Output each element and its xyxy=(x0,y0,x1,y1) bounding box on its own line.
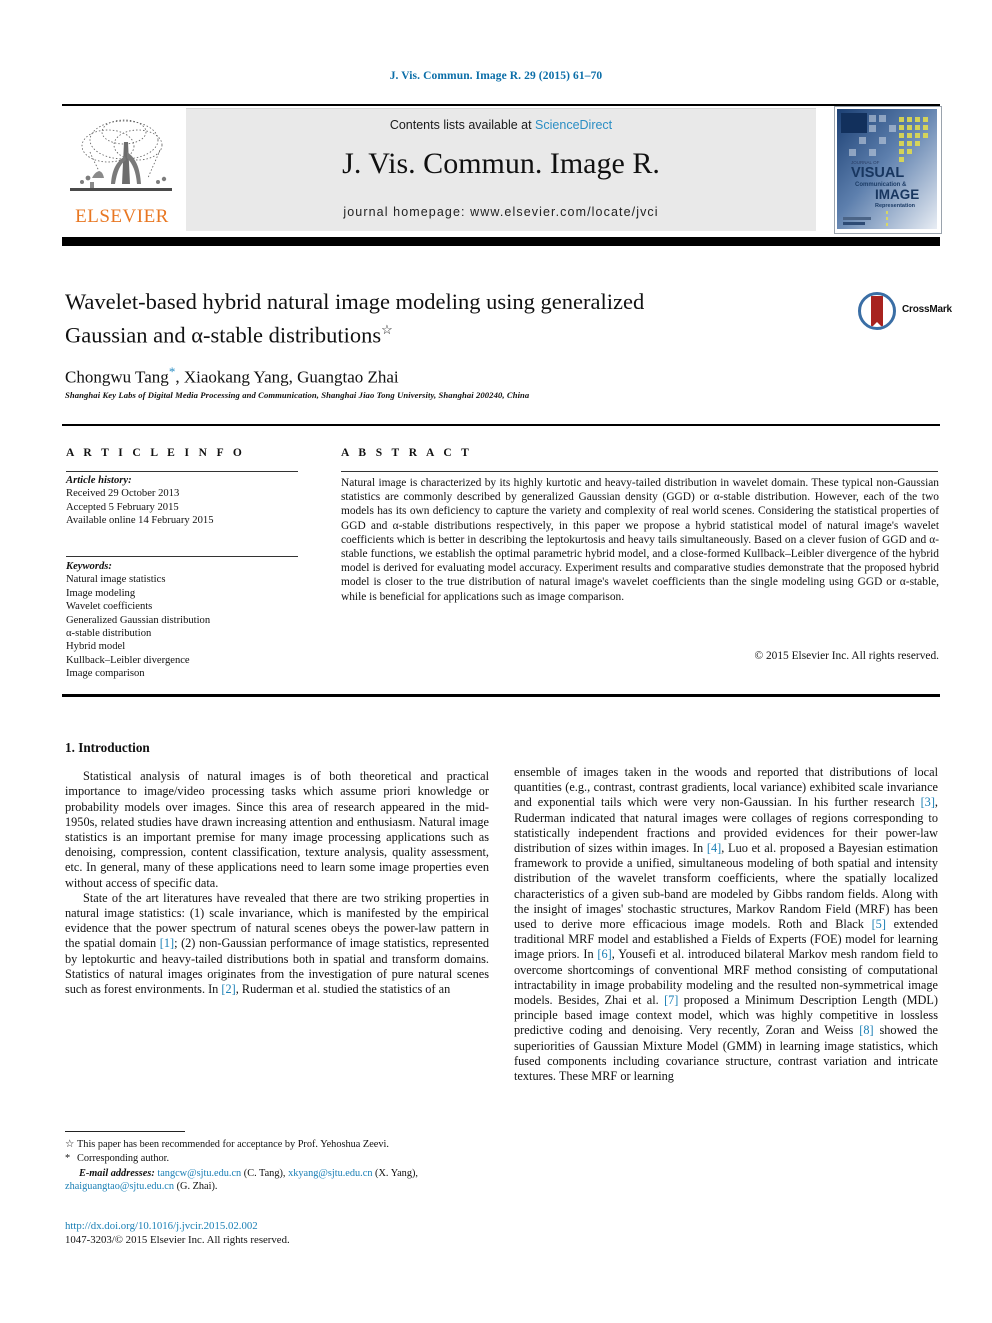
keyword-item: Generalized Gaussian distribution xyxy=(66,614,211,626)
article-info-heading: A R T I C L E I N F O xyxy=(66,447,246,459)
sciencedirect-band: Contents lists available at ScienceDirec… xyxy=(186,108,816,231)
title-line-1: Wavelet-based hybrid natural image model… xyxy=(65,289,645,314)
contents-list-line: Contents lists available at ScienceDirec… xyxy=(186,118,816,132)
paragraph: Statistical analysis of natural images i… xyxy=(65,769,489,891)
elsevier-wordmark: ELSEVIER xyxy=(75,206,169,227)
keyword-item: Kullback–Leibler divergence xyxy=(66,654,190,666)
author-first: Chongwu Tang xyxy=(65,367,169,387)
section-heading-introduction: 1. Introduction xyxy=(65,740,150,755)
history-item-accepted: Accepted 5 February 2015 xyxy=(66,501,179,513)
keyword-item: Wavelet coefficients xyxy=(66,601,153,613)
body-separator-rule xyxy=(62,694,940,697)
paragraph-text: Statistical analysis of natural images i… xyxy=(65,769,489,890)
footnote-mark: * xyxy=(65,1153,71,1165)
masthead-top-rule xyxy=(62,104,940,106)
paragraph-text: ensemble of images taken in the woods an… xyxy=(514,765,938,810)
citation-ref[interactable]: [2] xyxy=(221,982,235,996)
citation-ref[interactable]: [8] xyxy=(859,1023,873,1037)
svg-text:IMAGE: IMAGE xyxy=(875,187,919,202)
email-owner: (G. Zhai). xyxy=(174,1181,218,1193)
page-title: Wavelet-based hybrid natural image model… xyxy=(65,288,765,350)
journal-homepage[interactable]: journal homepage: www.elsevier.com/locat… xyxy=(186,205,816,219)
issn-copyright-line: 1047-3203/© 2015 Elsevier Inc. All right… xyxy=(65,1234,290,1246)
citation-ref[interactable]: [1] xyxy=(160,936,174,950)
article-info-rule xyxy=(66,471,298,472)
article-history-label: Article history: xyxy=(66,475,132,486)
crossmark-icon xyxy=(858,292,896,330)
doi-link[interactable]: http://dx.doi.org/10.1016/j.jvcir.2015.0… xyxy=(65,1219,495,1233)
email-addresses: E-mail addresses: tangcw@sjtu.edu.cn (C.… xyxy=(65,1167,495,1194)
abstract-copyright: © 2015 Elsevier Inc. All rights reserved… xyxy=(754,650,939,662)
footnote-item: ☆ This paper has been recommended for acc… xyxy=(65,1138,495,1151)
journal-title: J. Vis. Commun. Image R. xyxy=(342,147,660,180)
keyword-item: Natural image statistics xyxy=(66,574,166,586)
email-link[interactable]: tangcw@sjtu.edu.cn xyxy=(157,1168,241,1179)
keyword-item: Image comparison xyxy=(66,668,145,680)
running-head: J. Vis. Commun. Image R. 29 (2015) 61–70 xyxy=(389,70,603,82)
abstract-text: Natural image is characterized by its hi… xyxy=(341,477,939,603)
masthead-bottom-bar xyxy=(62,237,940,246)
author-rest: , Xiaokang Yang, Guangtao Zhai xyxy=(175,367,399,387)
sciencedirect-link[interactable]: ScienceDirect xyxy=(535,118,612,132)
title-footnote-mark: ☆ xyxy=(381,322,393,337)
email-link[interactable]: xkyang@sjtu.edu.cn xyxy=(288,1168,372,1179)
email-label: E-mail addresses: xyxy=(79,1167,155,1179)
svg-text:VISUAL: VISUAL xyxy=(851,165,904,181)
abstract-heading: A B S T R A C T xyxy=(341,447,473,459)
svg-text:Representation: Representation xyxy=(875,203,916,209)
keyword-item: α-stable distribution xyxy=(66,628,152,640)
article-page: J. Vis. Commun. Image R. 29 (2015) 61–70 xyxy=(0,0,992,1323)
elsevier-logo: ELSEVIER xyxy=(62,108,182,230)
keywords-label: Keywords: xyxy=(66,561,112,572)
author-list: Chongwu Tang*, Xiaokang Yang, Guangtao Z… xyxy=(65,364,785,388)
email-link[interactable]: zhaiguangtao@sjtu.edu.cn xyxy=(65,1181,174,1192)
paragraph: State of the art literatures have reveal… xyxy=(65,891,489,997)
footnotes-block: ☆ This paper has been recommended for acc… xyxy=(65,1138,495,1195)
footnote-text: Corresponding author. xyxy=(77,1153,170,1165)
paragraph-text: , Ruderman et al. studied the statistics… xyxy=(235,982,451,997)
journal-masthead: ELSEVIER Contents lists available at Sci… xyxy=(62,106,942,234)
contents-prefix: Contents lists available at xyxy=(389,118,536,132)
paragraph: ensemble of images taken in the woods an… xyxy=(514,765,938,1084)
doi-block: http://dx.doi.org/10.1016/j.jvcir.2015.0… xyxy=(65,1219,495,1247)
footnote-rule xyxy=(65,1131,185,1132)
citation-ref[interactable]: [5] xyxy=(872,917,886,931)
title-line-2: Gaussian and α-stable distributions xyxy=(65,322,382,348)
citation-ref[interactable]: [4] xyxy=(707,841,721,855)
footnote-item: * Corresponding author. xyxy=(65,1152,495,1165)
keywords-block: Keywords: Natural image statistics Image… xyxy=(66,560,316,681)
email-owner: (X. Yang), xyxy=(372,1167,418,1179)
journal-cover-thumbnail: JOURNAL OF VISUAL Communication & IMAGE … xyxy=(834,106,942,234)
elsevier-tree-icon xyxy=(68,112,174,204)
article-history-block: Article history: Received 29 October 201… xyxy=(66,474,316,528)
body-column-left: 1. Introduction Statistical analysis of … xyxy=(65,740,489,997)
email-owner: (C. Tang), xyxy=(241,1167,289,1179)
keyword-item: Hybrid model xyxy=(66,641,126,653)
footnote-mark: ☆ xyxy=(65,1139,75,1150)
keywords-rule xyxy=(66,556,298,557)
crossmark-label: CrossMark xyxy=(902,304,952,315)
affiliation: Shanghai Key Labs of Digital Media Proce… xyxy=(65,390,530,400)
citation-ref[interactable]: [7] xyxy=(664,993,678,1007)
crossmark-badge[interactable]: CrossMark xyxy=(858,292,952,334)
citation-ref[interactable]: [3] xyxy=(921,795,935,809)
body-column-right: ensemble of images taken in the woods an… xyxy=(514,765,938,1084)
history-item-online: Available online 14 February 2015 xyxy=(66,515,214,527)
footnote-text: This paper has been recommended for acce… xyxy=(77,1139,389,1150)
keyword-item: Image modeling xyxy=(66,587,136,599)
title-separator-rule xyxy=(62,424,940,426)
abstract-rule xyxy=(341,471,938,472)
citation-ref[interactable]: [6] xyxy=(597,947,611,961)
history-item-received: Received 29 October 2013 xyxy=(66,488,180,500)
